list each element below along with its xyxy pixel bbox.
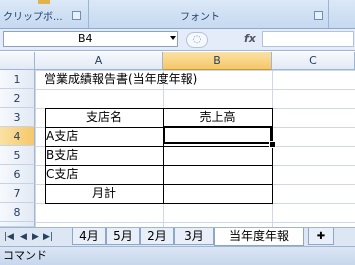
branch-c[interactable]: C支店 — [46, 165, 78, 184]
row-header[interactable]: 6 — [0, 165, 35, 184]
header-sales[interactable]: 売上高 — [163, 108, 272, 127]
header-branch[interactable]: 支店名 — [45, 108, 163, 127]
active-cell[interactable] — [163, 126, 272, 144]
tab-2[interactable]: 2月 — [140, 228, 174, 245]
tab-3[interactable]: 3月 — [174, 228, 214, 245]
row-header[interactable]: 8 — [0, 203, 35, 222]
row-header[interactable]: 3 — [0, 108, 35, 127]
row-header[interactable]: 2 — [0, 89, 35, 108]
formula-input[interactable] — [262, 31, 354, 47]
branch-a[interactable]: A支店 — [46, 127, 78, 146]
formula-expand-icon[interactable]: ◌ — [186, 32, 208, 48]
branch-b[interactable]: B支店 — [46, 146, 78, 165]
formula-bar: B4 ◌ fx — [0, 29, 355, 51]
chevron-down-icon[interactable] — [170, 36, 176, 40]
table-divider — [45, 146, 273, 147]
paste-icon[interactable] — [38, 0, 50, 4]
row-header[interactable]: 5 — [0, 146, 35, 165]
report-title[interactable]: 営業成績報告書(当年度年報) — [44, 70, 197, 89]
status-mode: コマンド — [3, 249, 47, 262]
column-header-b[interactable]: B — [163, 52, 272, 70]
fill-handle[interactable] — [269, 141, 276, 148]
row-header[interactable]: 1 — [0, 70, 35, 89]
tab-annual-report[interactable]: 当年度年報 — [214, 228, 304, 246]
table-divider — [45, 165, 273, 166]
name-box[interactable]: B4 — [3, 31, 178, 47]
first-sheet-icon[interactable]: |◀ — [4, 232, 14, 242]
clipboard-launcher-icon[interactable] — [72, 11, 81, 20]
last-sheet-icon[interactable]: ▶| — [43, 232, 53, 242]
column-header-a[interactable]: A — [35, 52, 163, 70]
total-label[interactable]: 月計 — [45, 184, 163, 203]
ribbon-separator — [328, 0, 329, 28]
column-header-c[interactable]: C — [272, 52, 355, 70]
sheet-tab-bar: |◀ ◀ ▶ ▶| 4月 5月 2月 3月 当年度年報 ✚ — [0, 227, 355, 247]
ribbon-separator — [88, 0, 89, 28]
font-group-label: フォント — [180, 12, 220, 23]
insert-sheet-icon[interactable]: ✚ — [308, 228, 334, 245]
ribbon: クリップボ... フォント — [0, 0, 355, 29]
row-header[interactable]: 4 — [0, 127, 35, 146]
prev-sheet-icon[interactable]: ◀ — [20, 232, 27, 242]
tab-4[interactable]: 4月 — [72, 228, 106, 245]
function-icon[interactable]: fx — [244, 32, 256, 45]
font-launcher-icon[interactable] — [314, 11, 323, 20]
clipboard-group-label: クリップボ... — [3, 12, 63, 23]
status-bar: コマンド — [0, 246, 355, 265]
select-all-corner[interactable] — [0, 52, 35, 70]
next-sheet-icon[interactable]: ▶ — [32, 232, 39, 242]
tab-5[interactable]: 5月 — [106, 228, 140, 245]
row-header[interactable]: 7 — [0, 184, 35, 203]
